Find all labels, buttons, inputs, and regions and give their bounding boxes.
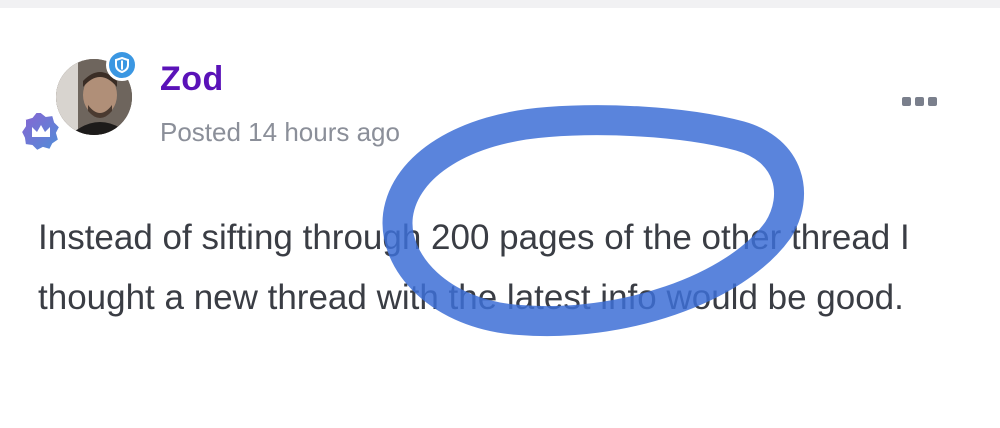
- post-body: Instead of sifting through 200 pages of …: [38, 218, 910, 317]
- more-options-button[interactable]: [902, 93, 942, 109]
- author-name[interactable]: Zod: [160, 60, 224, 99]
- crown-icon: [19, 111, 62, 153]
- shield-icon: [115, 57, 129, 73]
- forum-post: Zod Posted 14 hours ago Instead of sifti…: [0, 8, 1000, 428]
- more-options-icon: [902, 96, 911, 106]
- rank-badge: [19, 110, 62, 153]
- post-timestamp: Posted 14 hours ago: [160, 117, 400, 147]
- shield-badge: [106, 49, 138, 81]
- top-divider: [0, 0, 1000, 8]
- author-avatar-group[interactable]: [19, 49, 138, 153]
